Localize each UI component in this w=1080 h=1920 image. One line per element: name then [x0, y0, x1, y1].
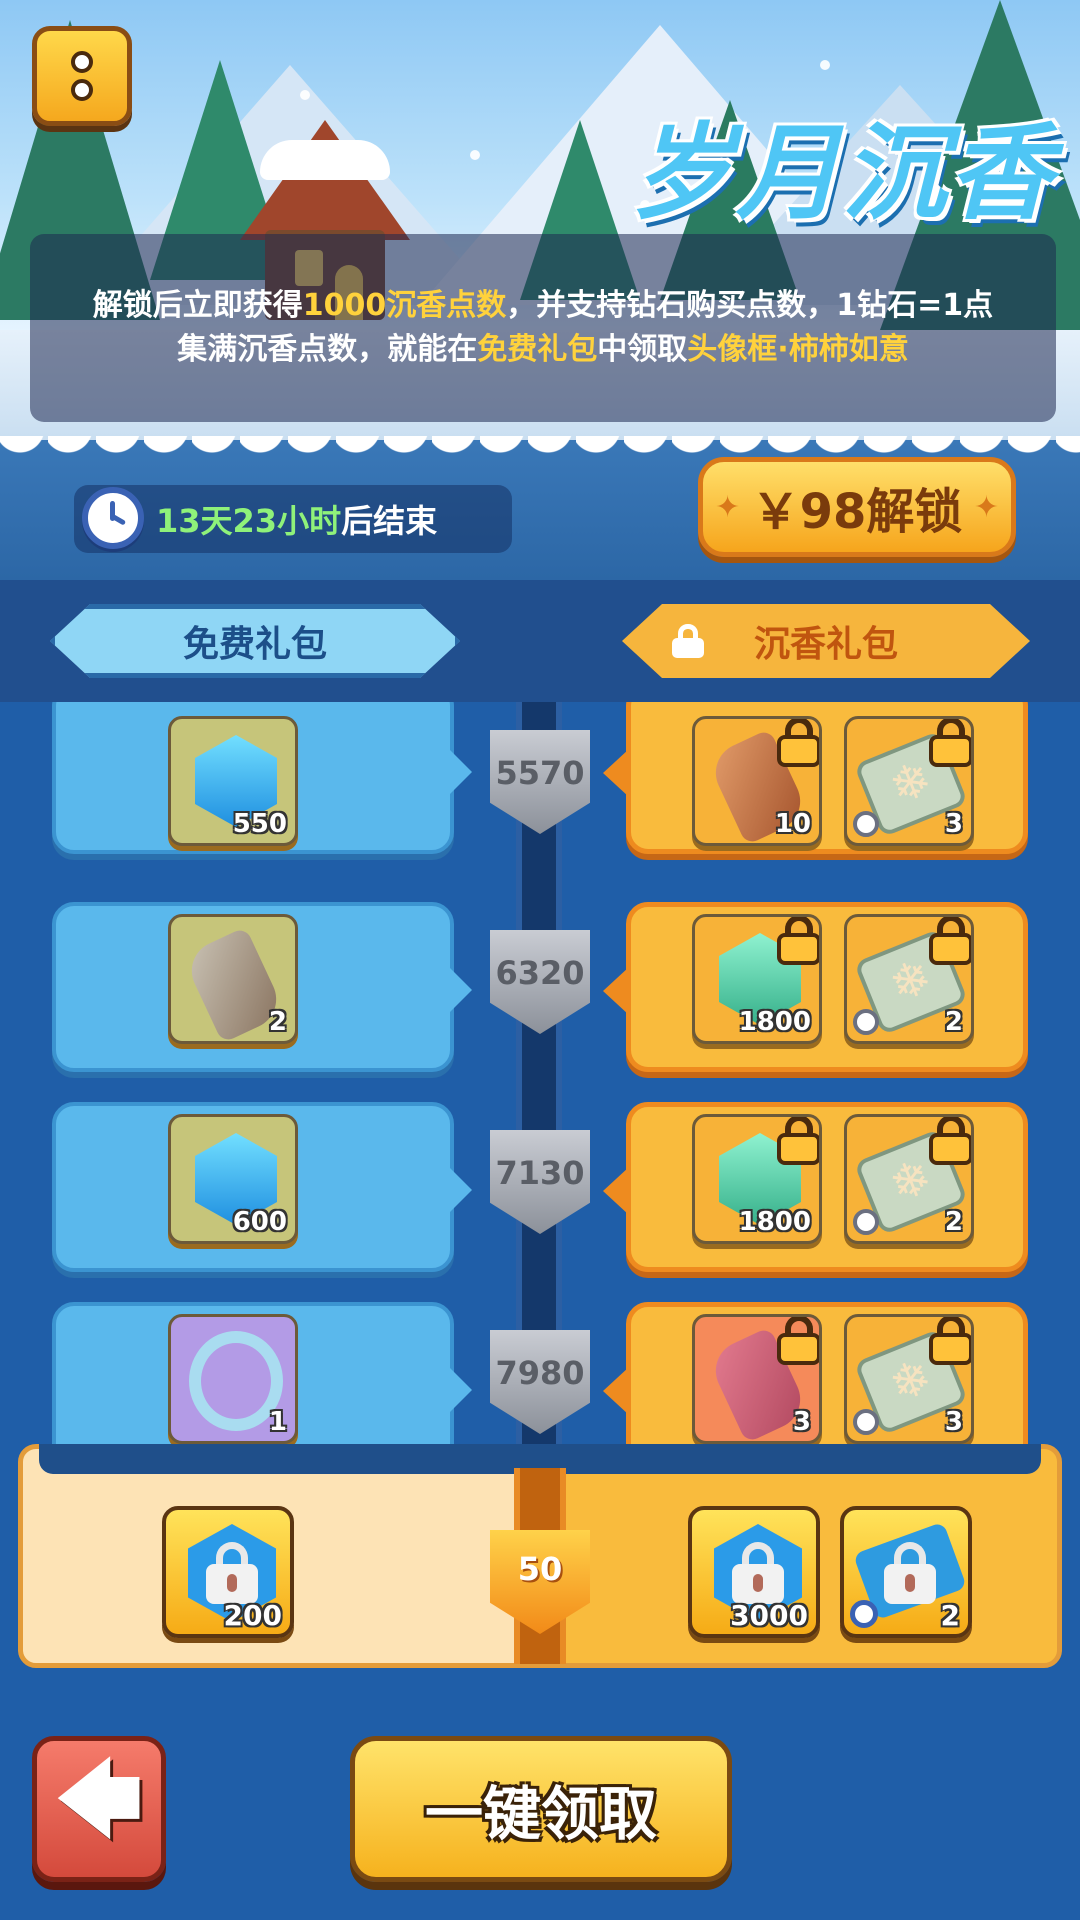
back-arrow-icon: 🡄: [55, 1749, 143, 1848]
lock-icon: [929, 719, 971, 767]
lock-icon: [672, 624, 704, 658]
snowflake: [820, 60, 830, 70]
reward-item[interactable]: 1800: [692, 914, 822, 1044]
lock-icon: [777, 917, 819, 965]
clock-icon: [853, 1009, 879, 1035]
reward-item[interactable]: 550: [168, 716, 298, 846]
back-button[interactable]: 🡄: [32, 1736, 166, 1882]
lock-icon: [777, 719, 819, 767]
final-premium-reward[interactable]: 3000: [688, 1506, 820, 1638]
description-line-2: 集满沉香点数，就能在免费礼包中领取头像框·柿柿如意: [177, 332, 909, 367]
event-description: 解锁后立即获得1000沉香点数，并支持钻石购买点数，1钻石=1点 集满沉香点数，…: [30, 234, 1056, 422]
points-badge: 7980: [490, 1330, 590, 1434]
dot-icon: [71, 51, 93, 73]
reward-item[interactable]: 2: [168, 914, 298, 1044]
reward-item[interactable]: 2: [844, 914, 974, 1044]
padlock-icon: [884, 1542, 936, 1604]
points-badge: 7130: [490, 1130, 590, 1234]
lock-icon: [777, 1117, 819, 1165]
snowflake: [470, 150, 480, 160]
unlock-button[interactable]: ￥98解锁: [698, 457, 1016, 557]
reward-item[interactable]: 3: [844, 1314, 974, 1444]
reward-row: 5570 550 10 3: [0, 702, 1080, 882]
points-badge: 6320: [490, 930, 590, 1034]
description-line-1: 解锁后立即获得1000沉香点数，并支持钻石购买点数，1钻石=1点: [92, 288, 994, 323]
menu-button[interactable]: [32, 26, 132, 126]
reward-item[interactable]: 1: [168, 1314, 298, 1444]
reward-item[interactable]: 1800: [692, 1114, 822, 1244]
reward-row: 6320 2 1800 2: [0, 902, 1080, 1082]
reward-row: 7130 600 1800 2: [0, 1102, 1080, 1282]
reward-item[interactable]: 3: [692, 1314, 822, 1444]
reward-item[interactable]: 3: [844, 716, 974, 846]
reward-item[interactable]: 10: [692, 716, 822, 846]
clock-icon: [82, 487, 144, 549]
lock-icon: [929, 1317, 971, 1365]
padlock-icon: [206, 1542, 258, 1604]
clock-icon: [853, 1209, 879, 1235]
final-free-reward[interactable]: 200: [162, 1506, 294, 1638]
final-premium-reward[interactable]: 2: [840, 1506, 972, 1638]
clock-icon: [853, 811, 879, 837]
reward-item[interactable]: 600: [168, 1114, 298, 1244]
lock-icon: [929, 917, 971, 965]
clock-icon: [853, 1409, 879, 1435]
lock-icon: [777, 1317, 819, 1365]
claim-all-button[interactable]: 一键领取: [350, 1736, 732, 1882]
clock-icon: [850, 1600, 878, 1628]
dot-icon: [71, 79, 93, 101]
snowflake: [300, 90, 310, 100]
lock-icon: [929, 1117, 971, 1165]
event-title: 岁月沉香: [629, 112, 1054, 234]
padlock-icon: [732, 1542, 784, 1604]
points-badge: 5570: [490, 730, 590, 834]
tab-free-gift[interactable]: 免费礼包: [50, 604, 460, 678]
reward-list[interactable]: 5570 550 10 3 6320 2 1800: [0, 702, 1080, 1472]
reward-item[interactable]: 2: [844, 1114, 974, 1244]
